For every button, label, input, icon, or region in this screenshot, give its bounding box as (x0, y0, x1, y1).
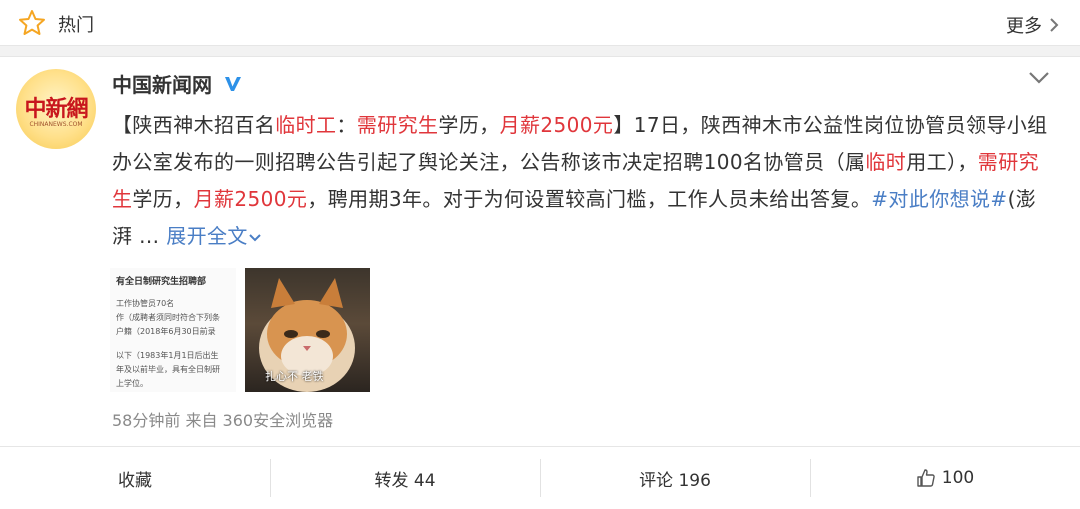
chevron-down-icon (249, 233, 261, 241)
post-text-segment: 临时工 (275, 113, 337, 137)
post-menu-chevron-icon[interactable] (1028, 71, 1050, 85)
like-button[interactable]: 100 (810, 447, 1080, 509)
post-text-segment: 月薪2500元 (499, 113, 614, 137)
post-text-segment: ，聘用期3年。对于为何设置较高门槛，工作人员未给出答复。 (307, 187, 872, 211)
avatar-logo-text: 中新網 (24, 96, 88, 122)
repost-label: 转发 44 (374, 470, 436, 491)
more-label: 更多 (1006, 16, 1042, 37)
expand-label: 展开全文 (166, 224, 248, 248)
post-text-segment: 学历， (132, 187, 194, 211)
post-text-segment: 月薪2500元 (193, 187, 308, 211)
post-text-segment: 需研究生 (356, 113, 439, 137)
favorite-label: 收藏 (118, 470, 152, 491)
post-text-segment: 用工）， (906, 150, 978, 174)
star-icon (19, 10, 45, 35)
like-count: 100 (941, 468, 975, 488)
section-header: 热门 更多 (0, 0, 1080, 46)
post-text: 【陕西神木招百名临时工：需研究生学历，月薪2500元】17日，陕西神木市公益性岗… (112, 107, 1052, 255)
thumbs-up-icon (917, 469, 935, 487)
thumb-text-line: 作（成聘者须同时符合下列条 (116, 313, 220, 322)
thumb-heading: 有全日制研究生招聘部 (116, 277, 207, 287)
post-image-thumbnail-document[interactable]: 有全日制研究生招聘部 工作协管员70名作（成聘者须同时符合下列条 户籍（2018年… (110, 268, 236, 392)
avatar[interactable]: 中新網 CHINANEWS.COM (16, 69, 96, 149)
thumb-text-line: 户籍（2018年6月30日前录 (116, 327, 216, 336)
section-title: 热门 (58, 15, 94, 36)
hashtag-link[interactable]: #对此你想说# (871, 187, 1007, 211)
post-meta: 58分钟前 来自 360安全浏览器 (112, 411, 334, 430)
comment-button[interactable]: 评论 196 (540, 447, 810, 509)
weibo-post-card: 中新網 CHINANEWS.COM 中国新闻网 【陕西神木招百名临时工：需研究生… (0, 56, 1080, 447)
thumb-text-line: 工作协管员70名 (116, 299, 175, 308)
thumb-text-line: 以下（1983年1月1日后出生 (116, 351, 219, 360)
post-text-segment: 【陕西神木招百名 (112, 113, 276, 137)
post-image-thumbnail-cat[interactable]: 扎心不 老铁 (245, 268, 370, 392)
expand-full-text-link[interactable]: 展开全文 (166, 224, 262, 248)
post-text-segment: ： (336, 113, 357, 137)
comment-label: 评论 196 (639, 470, 711, 491)
thumb-text-line: 上学位。 (116, 379, 148, 388)
verified-badge-icon (225, 76, 241, 91)
repost-button[interactable]: 转发 44 (270, 447, 540, 509)
action-bar: 收藏 转发 44 评论 196 100 (0, 447, 1080, 509)
post-text-segment: 临时 (865, 150, 907, 174)
author-name-row: 中国新闻网 (112, 69, 244, 98)
post-text-segment: 学历， (438, 113, 500, 137)
chevron-right-icon (1050, 18, 1059, 32)
avatar-logo-sub: CHINANEWS.COM (29, 121, 83, 128)
thumb-caption: 扎心不 老铁 (265, 370, 324, 383)
more-link[interactable]: 更多 (1006, 12, 1060, 38)
author-name[interactable]: 中国新闻网 (112, 69, 212, 98)
favorite-button[interactable]: 收藏 (0, 447, 270, 509)
thumb-text-line: 年及以前毕业，具有全日制研 (116, 365, 220, 374)
